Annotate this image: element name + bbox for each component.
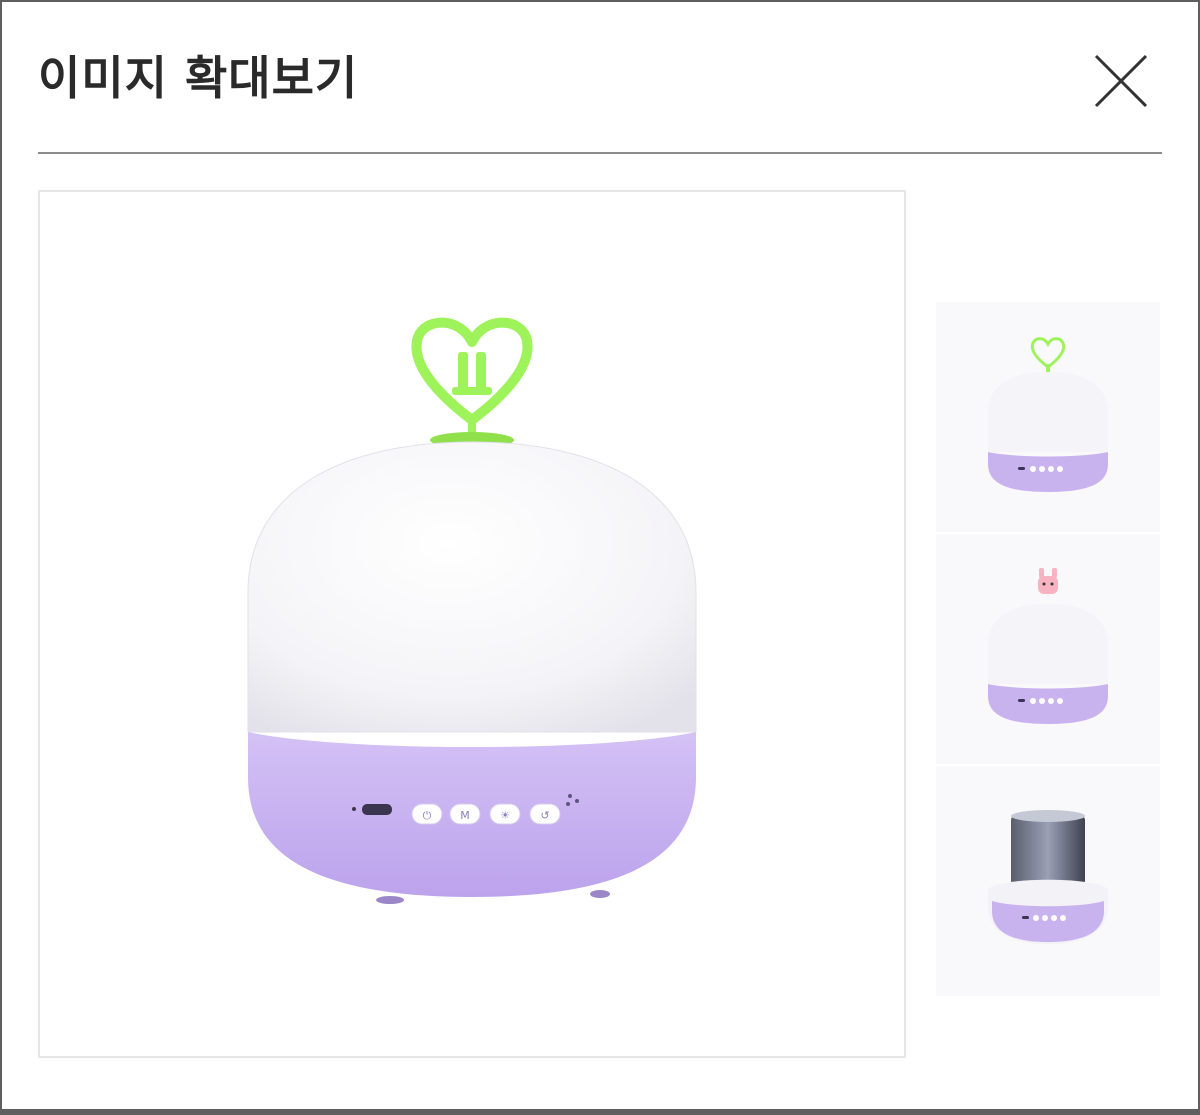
thumbnail-list <box>936 302 1160 998</box>
thumbnail-1[interactable] <box>936 302 1160 532</box>
svg-text:M: M <box>460 809 470 822</box>
image-zoom-modal: 이미지 확대보기 ⏻ M ☀ ↺ <box>0 0 1200 1115</box>
thumbnail-2[interactable] <box>936 534 1160 764</box>
close-icon <box>1094 54 1148 108</box>
heart-topper <box>411 317 533 448</box>
thumbnail-3[interactable] <box>936 766 1160 996</box>
modal-header: 이미지 확대보기 <box>38 40 1162 120</box>
header-divider <box>38 152 1162 154</box>
main-product-image: ⏻ M ☀ ↺ <box>38 190 906 1058</box>
svg-text:☀: ☀ <box>500 809 510 822</box>
modal-title: 이미지 확대보기 <box>38 51 359 105</box>
svg-text:↺: ↺ <box>540 809 549 822</box>
close-button[interactable] <box>1092 52 1150 110</box>
svg-text:⏻: ⏻ <box>423 809 432 822</box>
